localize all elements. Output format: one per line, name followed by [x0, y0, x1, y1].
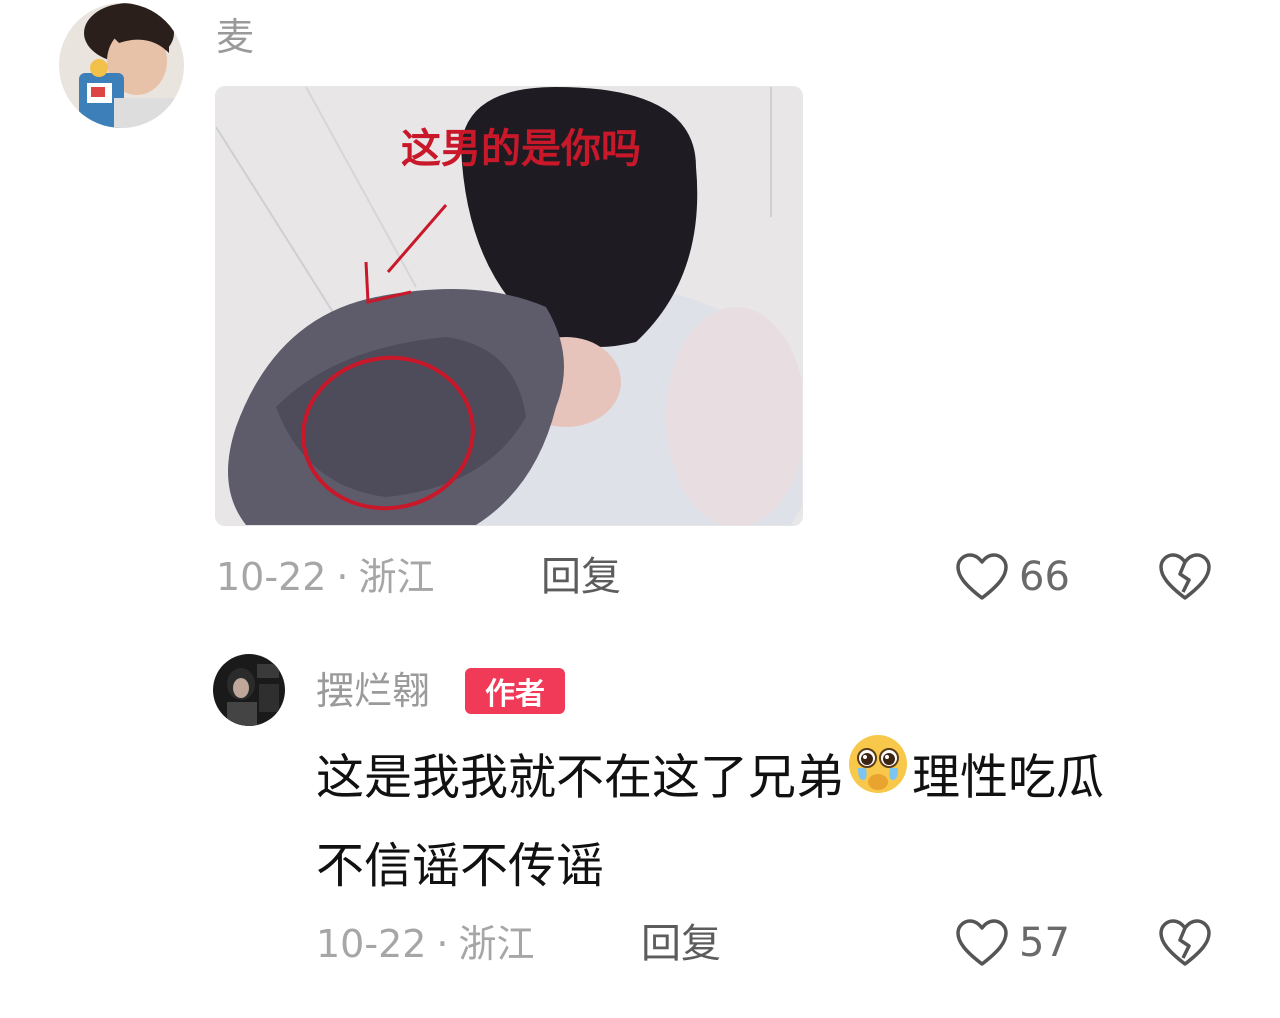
broken-heart-icon — [1159, 553, 1211, 600]
comment-text-part1: 这是我我就不在这了兄弟 — [316, 749, 845, 806]
reply-button[interactable]: 回复 — [641, 924, 721, 964]
comment-location: 浙江 — [358, 555, 435, 599]
avatar[interactable] — [59, 3, 184, 128]
separator: · — [336, 555, 349, 599]
like-count: 66 — [1019, 554, 1070, 600]
image-caption: 这男的是你吗 — [401, 126, 641, 172]
like-button[interactable]: 66 — [955, 552, 1070, 602]
heart-icon — [956, 553, 1008, 600]
reply-button[interactable]: 回复 — [541, 557, 621, 597]
like-count: 57 — [1019, 920, 1070, 966]
author-badge: 作者 — [465, 668, 565, 714]
like-button[interactable]: 57 — [955, 918, 1070, 968]
broken-heart-icon — [1159, 919, 1211, 966]
dislike-button[interactable] — [1158, 918, 1212, 972]
comment-text: 这是我我就不在这了兄弟 理性吃瓜 不信谣不传谣 — [316, 735, 1216, 907]
dislike-button[interactable] — [1158, 552, 1212, 606]
comment-meta: 10-22 · 浙江 — [216, 558, 435, 596]
comment-image[interactable]: 这男的是你吗 — [215, 86, 803, 526]
username[interactable]: 摆烂翱 — [316, 672, 430, 710]
avatar[interactable] — [213, 654, 285, 726]
comment-location: 浙江 — [458, 922, 535, 966]
comment-text-part2: 理性吃瓜 — [912, 749, 1105, 806]
pleading-crying-emoji-icon — [846, 732, 910, 821]
comment-date: 10-22 — [216, 555, 327, 599]
separator: · — [436, 922, 449, 966]
username[interactable]: 麦 — [216, 18, 254, 56]
comment-date: 10-22 — [316, 922, 427, 966]
heart-icon — [956, 919, 1008, 966]
comment-text-part3: 不信谣不传谣 — [316, 838, 605, 894]
comment-meta: 10-22 · 浙江 — [316, 925, 535, 963]
